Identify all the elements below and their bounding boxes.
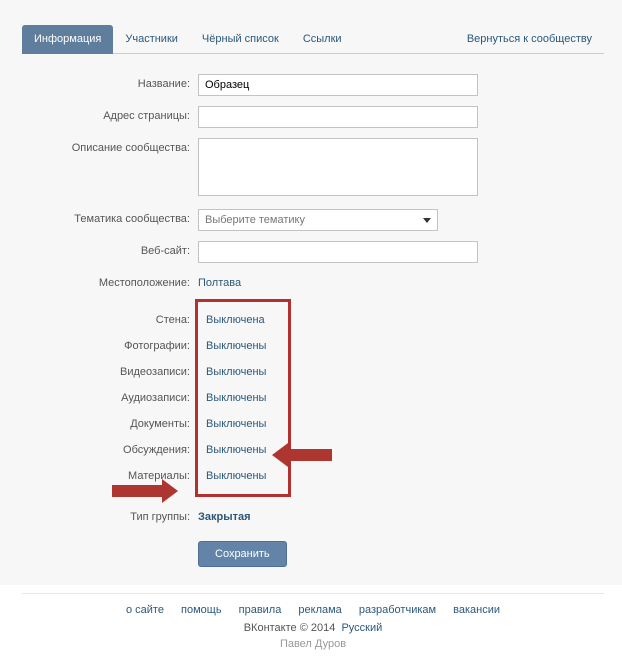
audios-value[interactable]: Выключены <box>206 392 266 404</box>
theme-placeholder: Выберите тематику <box>205 214 305 226</box>
group-type-value[interactable]: Закрытая <box>198 511 251 523</box>
label-docs: Документы: <box>22 418 198 430</box>
footer-rules[interactable]: правила <box>239 604 282 616</box>
address-input[interactable] <box>198 106 478 128</box>
label-website: Веб-сайт: <box>22 241 198 257</box>
footer-jobs[interactable]: вакансии <box>453 604 500 616</box>
location-value[interactable]: Полтава <box>198 273 241 289</box>
footer-devs[interactable]: разработчикам <box>359 604 436 616</box>
highlight-box: Стена: Выключена Фотографии: Выключены В… <box>195 299 291 497</box>
label-photos: Фотографии: <box>22 340 198 352</box>
website-input[interactable] <box>198 241 478 263</box>
footer-about[interactable]: о сайте <box>126 604 164 616</box>
tab-info[interactable]: Информация <box>22 25 113 54</box>
caret-down-icon <box>423 218 431 223</box>
label-description: Описание сообщества: <box>22 138 198 154</box>
discussions-value[interactable]: Выключены <box>206 444 266 456</box>
label-materials: Материалы: <box>22 470 198 482</box>
save-button[interactable]: Сохранить <box>198 541 287 567</box>
videos-value[interactable]: Выключены <box>206 366 266 378</box>
label-wall: Стена: <box>22 314 198 326</box>
label-group-type: Тип группы: <box>22 511 198 523</box>
label-theme: Тематика сообщества: <box>22 209 198 225</box>
footer-lang[interactable]: Русский <box>341 622 382 634</box>
tab-members[interactable]: Участники <box>113 25 190 53</box>
tab-links[interactable]: Ссылки <box>291 25 354 53</box>
label-address: Адрес страницы: <box>22 106 198 122</box>
label-videos: Видеозаписи: <box>22 366 198 378</box>
name-input[interactable] <box>198 74 478 96</box>
tab-blacklist[interactable]: Чёрный список <box>190 25 291 53</box>
tabs: Информация Участники Чёрный список Ссылк… <box>22 25 604 54</box>
theme-select[interactable]: Выберите тематику <box>198 209 438 231</box>
photos-value[interactable]: Выключены <box>206 340 266 352</box>
label-location: Местоположение: <box>22 273 198 289</box>
label-name: Название: <box>22 74 198 90</box>
footer-ads[interactable]: реклама <box>298 604 341 616</box>
label-discussions: Обсуждения: <box>22 444 198 456</box>
materials-value[interactable]: Выключены <box>206 470 266 482</box>
description-input[interactable] <box>198 138 478 196</box>
label-audios: Аудиозаписи: <box>22 392 198 404</box>
footer-author: Павел Дуров <box>22 638 604 650</box>
footer-help[interactable]: помощь <box>181 604 222 616</box>
tab-back[interactable]: Вернуться к сообществу <box>455 25 604 53</box>
docs-value[interactable]: Выключены <box>206 418 266 430</box>
form: Название: Адрес страницы: Описание сообщ… <box>22 54 604 567</box>
footer: о сайте помощь правила реклама разработч… <box>22 593 604 656</box>
footer-brand: ВКонтакте © 2014 <box>244 622 336 634</box>
wall-value[interactable]: Выключена <box>206 314 265 326</box>
